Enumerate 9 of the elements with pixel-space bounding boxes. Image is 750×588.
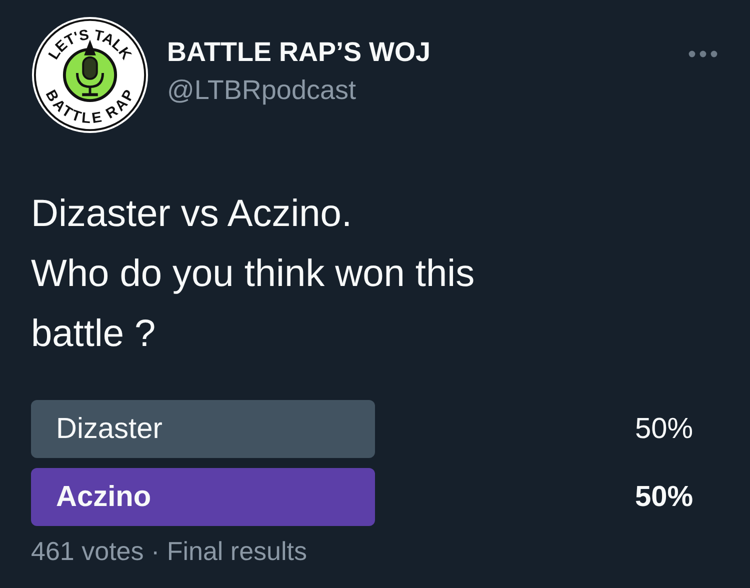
poll-footer: 461 votes · Final results [31,536,718,567]
tweet-text: Dizaster vs Aczino. Who do you think won this battle ? [31,192,476,357]
poll-option-label: Dizaster [56,412,162,447]
author-handle: @LTBRpodcast [167,74,357,107]
author-name: BATTLE RAP’S WOJ [167,36,431,69]
poll-percent: 50% [634,412,693,447]
more-icon[interactable] [688,50,718,58]
poll-option-label: Aczino [56,480,152,515]
poll-percent: 50% [634,480,693,515]
